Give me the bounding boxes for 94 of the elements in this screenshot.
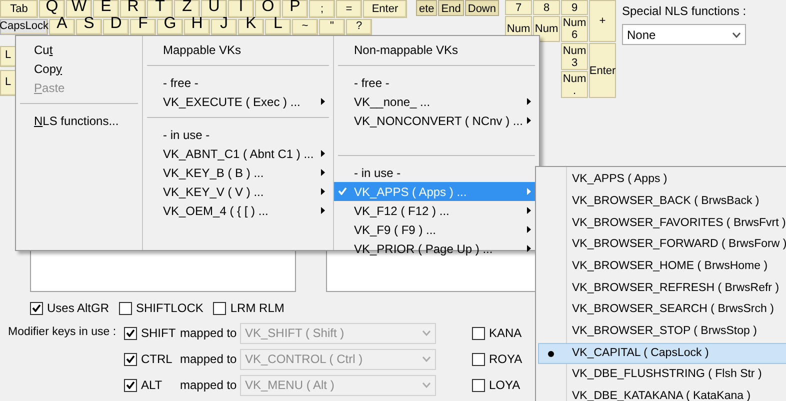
menu-header: Mappable VKs: [163, 42, 242, 58]
menu-item[interactable]: VK_EXECUTE ( Exec ) ...: [143, 92, 333, 111]
menu-item[interactable]: Copy: [16, 59, 142, 78]
menu-section-label: - free -: [354, 74, 390, 92]
checkbox-label: Uses AltGR: [47, 300, 110, 317]
menu-item[interactable]: VK_APPS ( Apps ): [538, 169, 786, 191]
numpad-key[interactable]: 9: [561, 0, 588, 15]
keyboard-key[interactable]: R: [120, 0, 146, 18]
dropdown-field[interactable]: None: [622, 24, 746, 45]
keyboard-key[interactable]: G: [157, 19, 183, 35]
keyboard-key[interactable]: H: [184, 19, 210, 35]
numpad-key[interactable]: Num 3: [561, 43, 588, 70]
checkbox[interactable]: [213, 302, 226, 314]
numpad-key[interactable]: 7: [505, 0, 532, 15]
keyboard-key[interactable]: W: [66, 0, 92, 18]
menu-header: Non-mappable VKs: [354, 42, 458, 58]
chevron-down-icon: [732, 32, 741, 38]
menu-item[interactable]: VK_BROWSER_STOP ( BrwsStop ): [538, 320, 786, 342]
keyboard-key[interactable]: F: [130, 19, 156, 35]
menu-item[interactable]: Cut: [16, 40, 142, 59]
checkbox-label: ROYA: [489, 351, 522, 368]
field-label: mapped to: [180, 351, 238, 368]
keyboard-key[interactable]: Down: [464, 0, 499, 16]
chevron-down-icon: [422, 356, 431, 362]
numpad-key[interactable]: Num: [533, 16, 560, 42]
chevron-down-icon: [422, 330, 431, 336]
menu-section-label: - in use -: [163, 126, 210, 144]
checkbox-label: CTRL: [141, 351, 172, 368]
keyboard-key[interactable]: D: [103, 19, 129, 35]
menu-item[interactable]: VK_BROWSER_FORWARD ( BrwsForw ): [538, 234, 786, 256]
keyboard-key[interactable]: ;: [309, 0, 335, 18]
numpad-key[interactable]: 8: [533, 0, 560, 15]
check-icon: [126, 381, 135, 389]
keyboard-key[interactable]: Q: [39, 0, 65, 18]
keyboard-key[interactable]: Tab: [0, 0, 38, 18]
keyboard-key[interactable]: I: [228, 0, 254, 18]
keyboard-key[interactable]: P: [282, 0, 308, 18]
chevron-down-icon: [422, 382, 431, 388]
checkbox-label: SHIFTLOCK: [136, 300, 204, 317]
keyboard-key[interactable]: ": [319, 19, 345, 35]
keyboard-key[interactable]: E: [93, 0, 119, 18]
checkbox[interactable]: [30, 302, 43, 314]
menu-item[interactable]: VK_BROWSER_REFRESH ( BrwsRefr ): [538, 277, 786, 300]
keyboard-key[interactable]: End: [438, 0, 464, 16]
keyboard-key[interactable]: U: [201, 0, 227, 18]
checkbox-label: ALT: [141, 377, 162, 394]
checkbox[interactable]: [119, 302, 132, 314]
check-icon: [32, 304, 41, 312]
keyboard-key[interactable]: T: [147, 0, 173, 18]
keyboard-key[interactable]: =: [336, 0, 362, 18]
menu-item[interactable]: VK_KEY_V ( V ) ...: [143, 182, 333, 201]
keyboard-key[interactable]: Z: [174, 0, 200, 18]
menu-item[interactable]: VK_KEY_B ( B ) ...: [143, 163, 333, 182]
keyboard-key[interactable]: J: [211, 19, 237, 35]
field-label: mapped to: [180, 325, 238, 342]
keyboard-key[interactable]: Enter: [363, 0, 407, 18]
numpad-key[interactable]: Num .: [561, 71, 588, 98]
menu-item[interactable]: VK_DBE_FLUSHSTRING ( Flsh Str ): [538, 364, 786, 386]
menu-item[interactable]: VK_F9 ( F9 ) ...: [334, 220, 539, 239]
keyboard-key[interactable]: A: [49, 19, 75, 35]
menu-item[interactable]: NLS functions...: [16, 111, 142, 130]
checkbox-label: LOYA: [489, 377, 520, 394]
menu-item[interactable]: VK_F12 ( F12 ) ...: [334, 201, 539, 220]
keyboard-key[interactable]: CapsLock: [0, 19, 48, 35]
checkbox-label: KANA: [489, 325, 522, 342]
check-icon: [126, 329, 135, 337]
menu-section-label: - in use -: [354, 164, 401, 182]
keyboard-key[interactable]: ete: [416, 0, 438, 16]
keyboard-key[interactable]: ?: [346, 19, 372, 35]
menu-item[interactable]: VK_PRIOR ( Page Up ) ...: [334, 239, 539, 258]
field-label: mapped to: [180, 377, 238, 394]
menu-item[interactable]: VK__none_ ...: [334, 92, 539, 111]
menu-section-label: - free -: [163, 74, 198, 92]
menu-item[interactable]: VK_BROWSER_FAVORITES ( BrwsFvrt ): [538, 212, 786, 234]
menu-item[interactable]: VK_BROWSER_HOME ( BrwsHome ): [538, 256, 786, 278]
checkbox-label: LRM RLM: [230, 300, 284, 317]
checkbox-label: SHIFT: [141, 325, 176, 342]
field-label: Modifier keys in use :: [7, 325, 118, 340]
menu-item[interactable]: VK_BROWSER_SEARCH ( BrwsSrch ): [538, 299, 786, 321]
keyboard-key[interactable]: ~: [292, 19, 318, 35]
field-label: Special NLS functions :: [622, 3, 746, 20]
keyboard-key[interactable]: O: [255, 0, 281, 18]
menu-item[interactable]: VK_NONCONVERT ( NCnv ) ...: [334, 111, 539, 130]
keyboard-key[interactable]: K: [238, 19, 264, 35]
menu-item[interactable]: VK_CAPITAL ( CapsLock ): [538, 342, 786, 364]
menu-item[interactable]: VK_OEM_4 ( { [ ) ...: [143, 201, 333, 220]
keyboard-key[interactable]: S: [76, 19, 102, 35]
menu-item[interactable]: VK_ABNT_C1 ( Abnt C1 ) ...: [143, 144, 333, 163]
keyboard-key[interactable]: L: [265, 19, 291, 35]
check-icon: [126, 355, 135, 363]
numpad-key[interactable]: +: [589, 0, 616, 42]
numpad-key[interactable]: Enter: [589, 43, 616, 98]
menu-item[interactable]: VK_BROWSER_BACK ( BrwsBack ): [538, 190, 786, 212]
numpad-key[interactable]: Num 6: [561, 16, 588, 42]
